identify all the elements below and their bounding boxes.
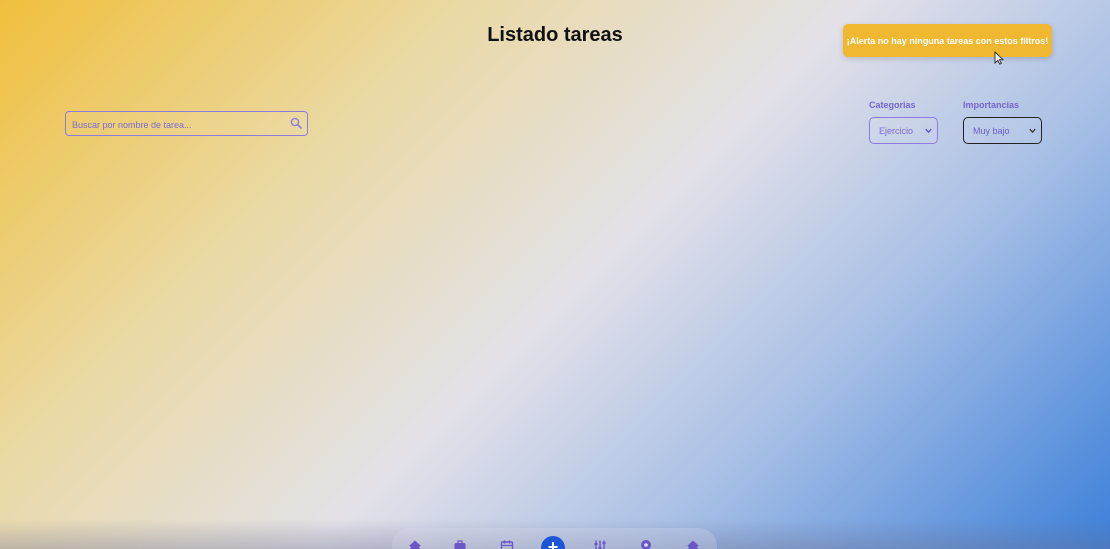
search-input[interactable]	[66, 112, 294, 137]
search-icon[interactable]	[290, 117, 302, 129]
add-task-button[interactable]: +	[541, 536, 565, 549]
location-icon[interactable]	[639, 539, 653, 549]
chevron-down-icon	[925, 128, 932, 134]
categorias-label: Categorias	[869, 100, 916, 110]
categorias-select[interactable]: Ejercicio	[869, 117, 938, 144]
home-icon[interactable]	[408, 539, 422, 549]
home-icon[interactable]	[686, 539, 700, 549]
importancias-select[interactable]: Muy bajo	[963, 117, 1042, 144]
sliders-icon[interactable]	[593, 539, 607, 549]
importancias-label: Importancias	[963, 100, 1020, 110]
importancias-selected-value: Muy bajo	[973, 125, 1010, 136]
categorias-selected-value: Ejercicio	[879, 125, 914, 136]
no-results-alert: ¡Alerta no hay ninguna tareas con estos …	[843, 24, 1052, 57]
mouse-cursor-icon	[994, 51, 1004, 65]
calendar-icon[interactable]	[500, 539, 514, 549]
search-box	[65, 111, 308, 137]
alert-message: ¡Alerta no hay ninguna tareas con estos …	[846, 35, 1049, 46]
chevron-down-icon	[1029, 128, 1036, 134]
bottom-navigation: +	[392, 528, 717, 549]
briefcase-icon[interactable]	[453, 539, 467, 549]
